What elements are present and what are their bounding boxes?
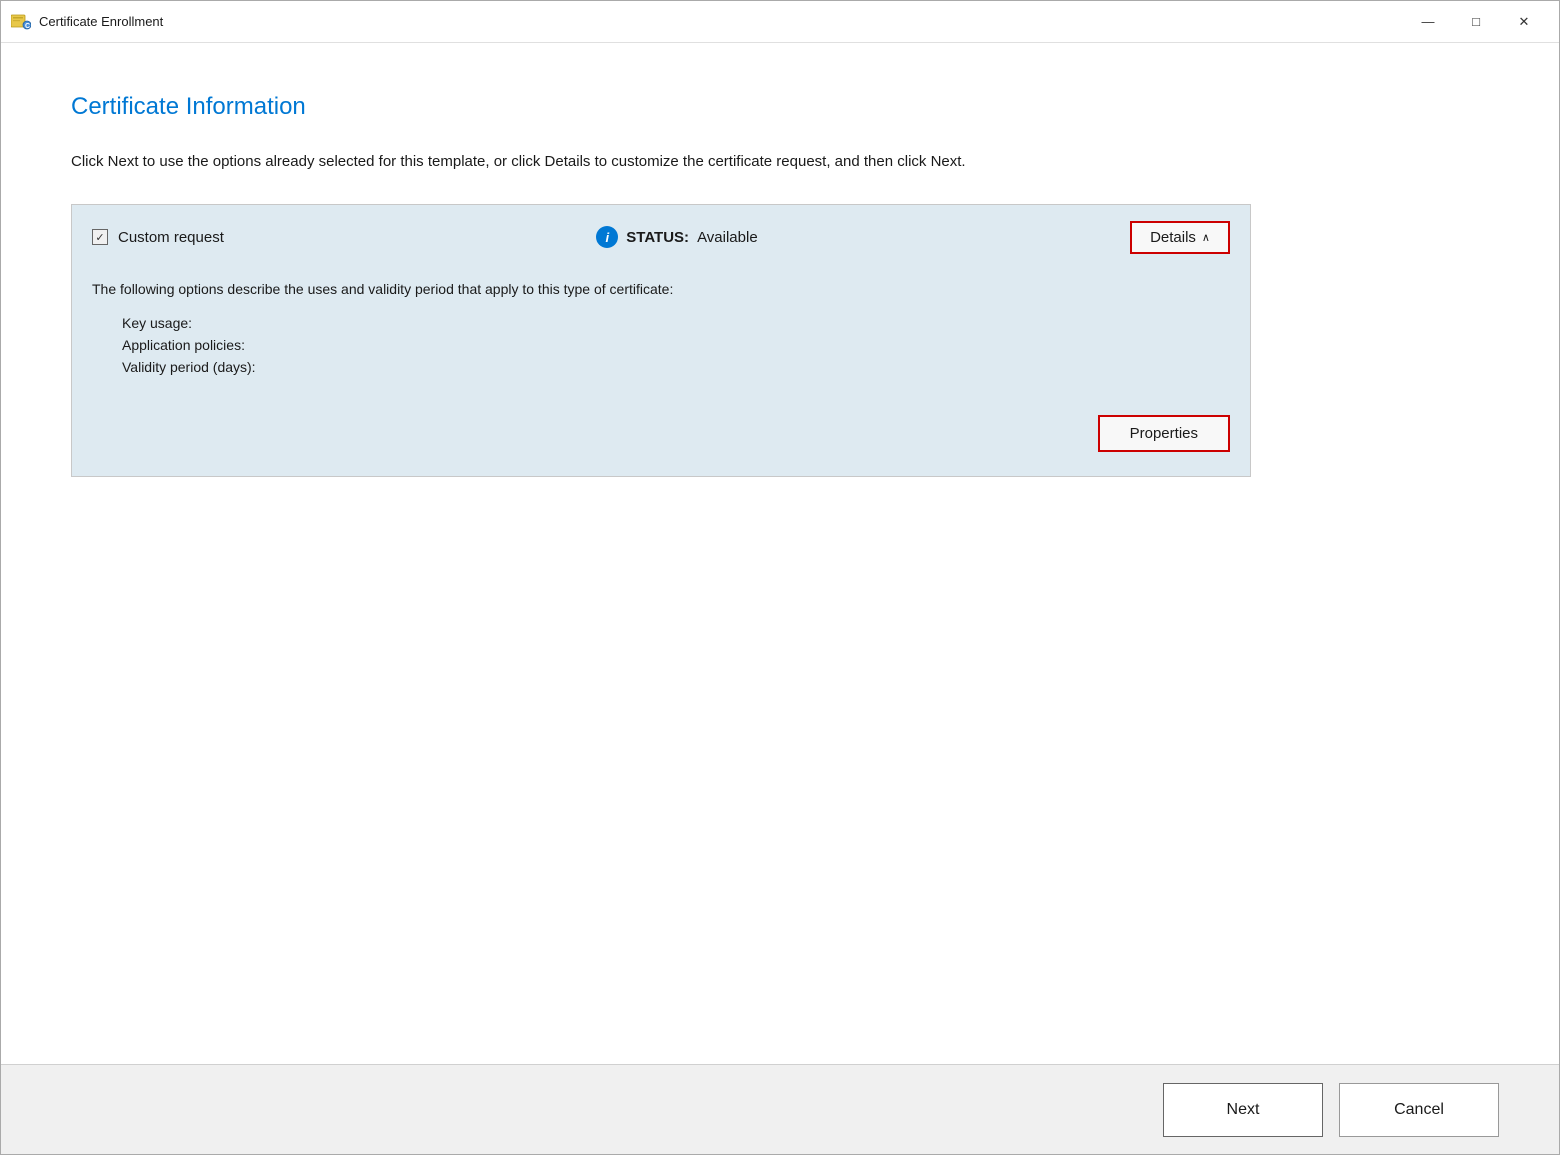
app-policies-field: Application policies: xyxy=(122,337,1230,353)
status-value: Available xyxy=(697,229,758,246)
next-button[interactable]: Next xyxy=(1163,1083,1323,1137)
title-bar-title: Certificate Enrollment xyxy=(39,14,163,29)
certificate-icon: C xyxy=(11,13,31,31)
status-label: STATUS: xyxy=(626,229,689,246)
cert-card-header-left: Custom request xyxy=(92,229,224,246)
content-area: Certificate Information Click Next to us… xyxy=(1,43,1559,1064)
cancel-button[interactable]: Cancel xyxy=(1339,1083,1499,1137)
details-button[interactable]: Details ∧ xyxy=(1130,221,1230,254)
cert-name: Custom request xyxy=(118,229,224,246)
minimize-button[interactable]: — xyxy=(1405,6,1451,38)
custom-request-checkbox[interactable] xyxy=(92,229,108,245)
cert-card-header: Custom request i STATUS: Available Detai… xyxy=(72,205,1250,270)
status-section: i STATUS: Available xyxy=(596,226,757,248)
details-label: Details xyxy=(1150,229,1196,246)
key-usage-field: Key usage: xyxy=(122,315,1230,331)
close-button[interactable]: ✕ xyxy=(1501,6,1547,38)
properties-button[interactable]: Properties xyxy=(1098,415,1230,452)
cert-card: Custom request i STATUS: Available Detai… xyxy=(71,204,1251,478)
title-bar: C Certificate Enrollment — □ ✕ xyxy=(1,1,1559,43)
description-text: Click Next to use the options already se… xyxy=(71,151,1171,174)
cert-body-description: The following options describe the uses … xyxy=(92,280,1230,300)
title-bar-controls: — □ ✕ xyxy=(1405,6,1547,38)
maximize-button[interactable]: □ xyxy=(1453,6,1499,38)
info-icon: i xyxy=(596,226,618,248)
cert-card-footer: Properties xyxy=(72,395,1250,476)
svg-text:C: C xyxy=(25,23,30,30)
cert-fields: Key usage: Application policies: Validit… xyxy=(122,315,1230,375)
page-heading: Certificate Information xyxy=(71,93,1489,121)
action-bar: Next Cancel xyxy=(1,1064,1559,1154)
title-bar-left: C Certificate Enrollment xyxy=(11,13,163,31)
chevron-up-icon: ∧ xyxy=(1202,231,1210,244)
cert-card-body: The following options describe the uses … xyxy=(72,270,1250,396)
validity-period-field: Validity period (days): xyxy=(122,359,1230,375)
window: C Certificate Enrollment — □ ✕ Certifica… xyxy=(0,0,1560,1155)
